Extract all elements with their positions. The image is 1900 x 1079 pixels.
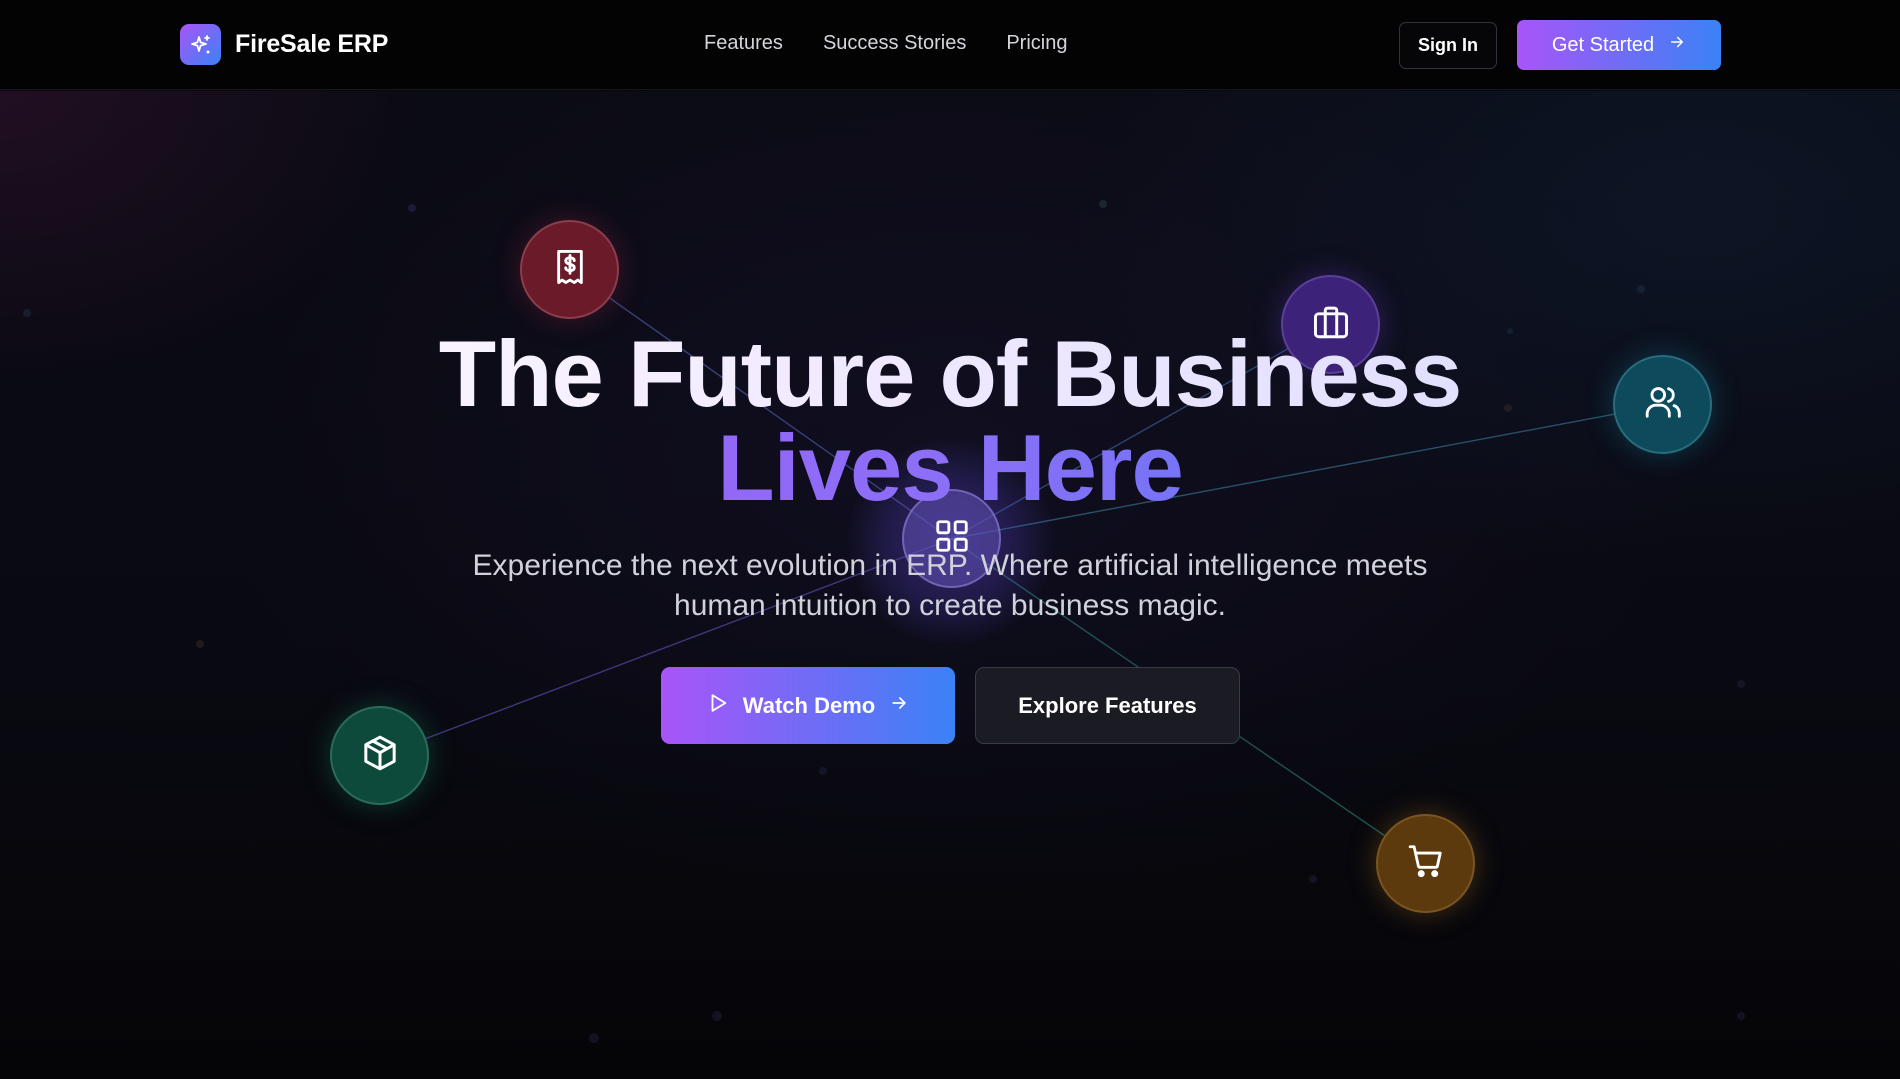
get-started-button[interactable]: Get Started (1517, 20, 1721, 70)
receipt-dollar-icon (553, 248, 587, 291)
hero-section: The Future of Business Lives Here Experi… (0, 91, 1900, 1079)
explore-features-button[interactable]: Explore Features (975, 667, 1240, 744)
hero-subtitle: Experience the next evolution in ERP. Wh… (472, 549, 1428, 622)
package-icon (360, 733, 400, 778)
sparkles-icon (180, 24, 221, 65)
receipt-node[interactable] (520, 220, 619, 319)
explore-features-label: Explore Features (1018, 692, 1197, 718)
arrow-right-icon (889, 693, 909, 719)
nav-link-pricing[interactable]: Pricing (1006, 32, 1067, 55)
sign-in-label: Sign In (1418, 35, 1478, 55)
cart-node[interactable] (1376, 814, 1475, 913)
nav-link-success-stories[interactable]: Success Stories (823, 32, 966, 55)
brand-name: FireSale ERP (235, 30, 389, 58)
top-navigation-bar: FireSale ERP Features Success Stories Pr… (0, 0, 1900, 90)
shopping-cart-icon (1406, 842, 1446, 885)
hero-title-line-2: Lives Here (0, 421, 1900, 515)
get-started-label: Get Started (1551, 33, 1655, 56)
brand[interactable]: FireSale ERP (180, 24, 388, 65)
main-nav: Features Success Stories Pricing (704, 32, 1067, 55)
watch-demo-button[interactable]: Watch Demo (661, 667, 955, 744)
hero-title: The Future of Business Lives Here (0, 327, 1900, 515)
sign-in-button[interactable]: Sign In (1399, 22, 1497, 69)
nav-link-features[interactable]: Features (704, 32, 783, 55)
package-node[interactable] (330, 706, 429, 805)
play-icon (707, 692, 729, 720)
hero-title-line-1: The Future of Business (0, 327, 1900, 421)
arrow-right-icon (1668, 33, 1686, 57)
watch-demo-label: Watch Demo (742, 692, 876, 718)
